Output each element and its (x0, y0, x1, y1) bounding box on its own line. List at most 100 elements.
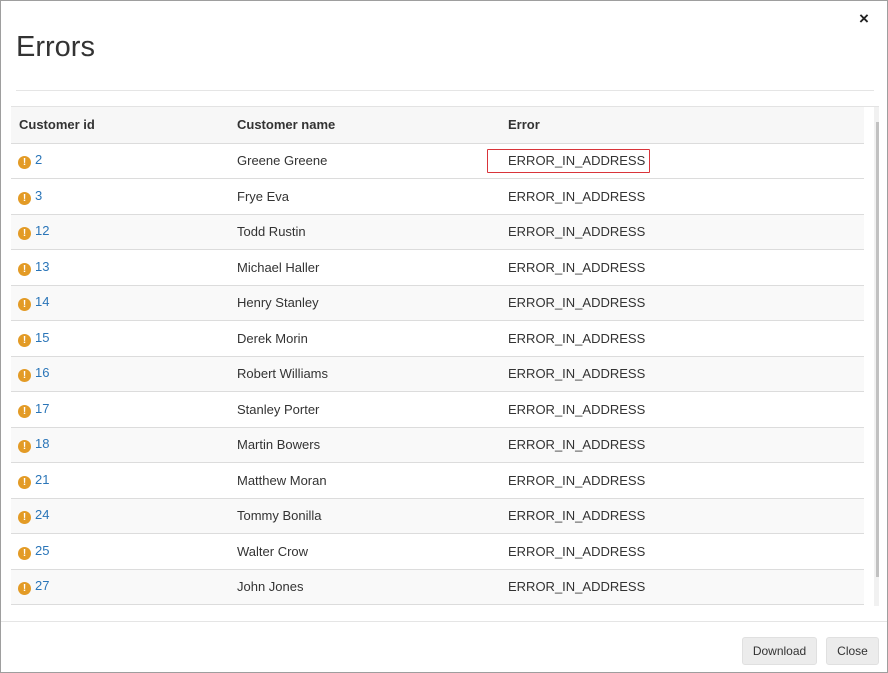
close-icon[interactable]: × (855, 10, 873, 28)
customer-id-cell: ! 25 (11, 533, 229, 570)
warning-circle-icon: ! (18, 404, 31, 418)
table-row[interactable]: ! 21 Matthew Moran ERROR_IN_ADDRESS (11, 462, 864, 499)
table-body: ! 2 Greene Greene ERROR_IN_ADDRESS! 3 Frye Ev… (11, 143, 864, 605)
customer-id-link[interactable]: 27 (35, 578, 49, 593)
error-code: ERROR_IN_ADDRESS (508, 401, 646, 417)
table-row[interactable]: ! 16 Robert Williams ERROR_IN_ADDRESS (11, 356, 864, 392)
column-header-error[interactable]: Error (500, 107, 864, 144)
customer-id-cell: ! 15 (11, 320, 229, 357)
customer-name-cell: Derek Morin (229, 320, 500, 357)
customer-id-link[interactable]: 21 (35, 472, 49, 487)
customer-id-cell: ! 18 (11, 427, 229, 463)
error-code: ERROR_IN_ADDRESS (508, 153, 646, 169)
error-cell: ERROR_IN_ADDRESS (500, 569, 864, 605)
error-cell: ERROR_IN_ADDRESS (500, 178, 864, 215)
customer-name-cell: John Jones (229, 569, 500, 605)
column-header-customer-id[interactable]: Customer id (11, 107, 229, 144)
table-row[interactable]: ! 14 Henry Stanley ERROR_IN_ADDRESS (11, 285, 864, 321)
table-header-row: Customer id Customer name Error (11, 107, 864, 144)
error-code: ERROR_IN_ADDRESS (508, 366, 646, 382)
table-row[interactable]: ! 13 Michael Haller ERROR_IN_ADDRESS (11, 249, 864, 286)
error-code: ERROR_IN_ADDRESS (508, 579, 646, 595)
table-row[interactable]: ! 24 Tommy Bonilla ERROR_IN_ADDRESS (11, 498, 864, 534)
table-row[interactable]: ! 12 Todd Rustin ERROR_IN_ADDRESS (11, 214, 864, 250)
error-code: ERROR_IN_ADDRESS (508, 259, 646, 275)
error-code: ERROR_IN_ADDRESS (508, 188, 646, 204)
table-row[interactable]: ! 25 Walter Crow ERROR_IN_ADDRESS (11, 533, 864, 570)
warning-circle-icon: ! (18, 333, 31, 347)
vertical-scrollbar[interactable]: ▲ ▼ (874, 107, 879, 606)
customer-id-cell: ! 12 (11, 214, 229, 250)
customer-id-link[interactable]: 17 (35, 401, 49, 416)
error-cell: ERROR_IN_ADDRESS (500, 533, 864, 570)
table-row[interactable]: ! 17 Stanley Porter ERROR_IN_ADDRESS (11, 391, 864, 428)
table-row[interactable]: ! 27 John Jones ERROR_IN_ADDRESS (11, 569, 864, 605)
table-row[interactable]: ! 3 Frye Eva ERROR_IN_ADDRESS (11, 178, 864, 215)
error-cell: ERROR_IN_ADDRESS (500, 462, 864, 499)
error-cell: ERROR_IN_ADDRESS (500, 356, 864, 392)
warning-circle-icon: ! (18, 582, 31, 596)
error-cell: ERROR_IN_ADDRESS (487, 143, 864, 179)
table-row[interactable]: ! 15 Derek Morin ERROR_IN_ADDRESS (11, 320, 864, 357)
customer-id-link[interactable]: 18 (35, 436, 49, 451)
customer-id-cell: ! 17 (11, 391, 229, 428)
grid-body: Customer id Customer name Error ! 2 Greene… (11, 107, 864, 605)
customer-id-link[interactable]: 25 (35, 543, 49, 558)
customer-name-cell: Henry Stanley (229, 285, 500, 321)
table-row[interactable]: ! 2 Greene Greene ERROR_IN_ADDRESS (11, 143, 864, 179)
error-code: ERROR_IN_ADDRESS (508, 437, 646, 453)
error-code: ERROR_IN_ADDRESS (508, 508, 646, 524)
customer-id-link[interactable]: 15 (35, 330, 49, 345)
customer-id-cell: ! 21 (11, 462, 229, 499)
customer-name-cell: Tommy Bonilla (229, 498, 500, 534)
scrollbar-thumb[interactable] (876, 122, 879, 577)
table-row[interactable]: ! 18 Martin Bowers ERROR_IN_ADDRESS (11, 427, 864, 463)
warning-circle-icon: ! (18, 227, 31, 241)
customer-id-cell: ! 3 (11, 178, 229, 215)
error-cell: ERROR_IN_ADDRESS (500, 285, 864, 321)
title-divider (16, 90, 874, 91)
error-code: ERROR_IN_ADDRESS (508, 295, 646, 311)
warning-circle-icon: ! (18, 440, 31, 454)
chevron-down-icon[interactable]: ▼ (874, 593, 879, 606)
footer-divider (1, 621, 887, 622)
error-cell: ERROR_IN_ADDRESS (500, 427, 864, 463)
error-cell: ERROR_IN_ADDRESS (500, 320, 864, 357)
customer-name-cell: Robert Williams (229, 356, 500, 392)
customer-name-cell: Walter Crow (229, 533, 500, 570)
page-title: Errors (16, 31, 95, 63)
customer-name-cell: Frye Eva (229, 178, 500, 215)
error-cell: ERROR_IN_ADDRESS (500, 498, 864, 534)
customer-name-cell: Todd Rustin (229, 214, 500, 250)
customer-id-link[interactable]: 3 (35, 188, 42, 203)
customer-name-cell: Matthew Moran (229, 462, 500, 499)
warning-circle-icon: ! (18, 298, 31, 312)
error-cell: ERROR_IN_ADDRESS (500, 249, 864, 286)
warning-circle-icon: ! (18, 475, 31, 489)
customer-name-cell: Martin Bowers (229, 427, 500, 463)
close-button[interactable]: Close (826, 637, 879, 665)
download-button[interactable]: Download (742, 637, 817, 665)
warning-circle-icon: ! (18, 369, 31, 383)
customer-id-link[interactable]: 13 (35, 259, 49, 274)
errors-dialog: × Errors Customer id Customer name Error… (0, 0, 888, 673)
customer-id-link[interactable]: 12 (35, 223, 49, 238)
customer-id-link[interactable]: 24 (35, 507, 49, 522)
customer-id-cell: ! 14 (11, 285, 229, 321)
column-header-customer-name[interactable]: Customer name (229, 107, 500, 144)
customer-id-link[interactable]: 2 (35, 152, 42, 167)
customer-id-link[interactable]: 16 (35, 365, 49, 380)
warning-circle-icon: ! (18, 546, 31, 560)
customer-id-link[interactable]: 14 (35, 294, 49, 309)
error-code: ERROR_IN_ADDRESS (508, 543, 646, 559)
customer-name-cell: Stanley Porter (229, 391, 500, 428)
customer-id-cell: ! 16 (11, 356, 229, 392)
error-cell: ERROR_IN_ADDRESS (500, 214, 864, 250)
customer-name-cell: Greene Greene (229, 143, 500, 179)
error-code: ERROR_IN_ADDRESS (508, 224, 646, 240)
warning-circle-icon: ! (18, 191, 31, 205)
chevron-up-icon[interactable]: ▲ (874, 107, 879, 121)
warning-circle-icon: ! (18, 511, 31, 525)
error-code: ERROR_IN_ADDRESS (508, 330, 646, 346)
customer-name-cell: Michael Haller (229, 249, 500, 286)
